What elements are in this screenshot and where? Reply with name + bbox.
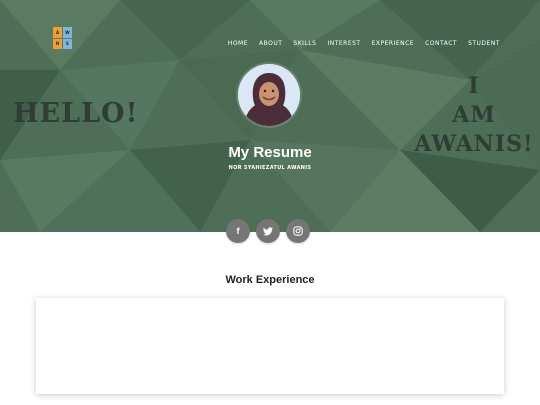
nav-experience[interactable]: EXPERIENCE (372, 40, 415, 47)
logo-letter: N (53, 38, 62, 49)
profile-avatar (238, 64, 300, 126)
main-nav: HOME ABOUT SKILLS INTEREST EXPERIENCE CO… (228, 40, 500, 47)
hero-banner: A W N S HOME ABOUT SKILLS INTEREST EXPER… (0, 0, 540, 232)
facebook-button[interactable]: f (226, 219, 250, 243)
hello-headline: HELLO! (13, 98, 139, 129)
twitter-button[interactable] (256, 219, 280, 243)
site-logo[interactable]: A W N S (53, 27, 72, 49)
logo-letter: W (63, 27, 72, 38)
nav-home[interactable]: HOME (228, 40, 248, 47)
iam-line: AM (452, 102, 496, 128)
nav-student[interactable]: STUDENT (468, 40, 500, 47)
profile-photo (238, 64, 300, 126)
work-experience-card (36, 298, 504, 394)
nav-about[interactable]: ABOUT (259, 40, 282, 47)
social-links: f (226, 219, 310, 243)
facebook-icon: f (236, 226, 240, 236)
nav-skills[interactable]: SKILLS (293, 40, 316, 47)
instagram-icon (293, 226, 303, 236)
page-title: My Resume (228, 144, 312, 161)
nav-interest[interactable]: INTEREST (327, 40, 360, 47)
section-title-work-experience: Work Experience (225, 274, 315, 286)
nav-contact[interactable]: CONTACT (425, 40, 457, 47)
owner-name: NOR SYAHIEZATUL AWANIS (228, 165, 312, 171)
instagram-button[interactable] (286, 219, 310, 243)
twitter-icon (263, 226, 273, 235)
logo-letter: S (63, 38, 72, 49)
iam-line: I (468, 73, 480, 99)
logo-letter: A (53, 27, 62, 38)
